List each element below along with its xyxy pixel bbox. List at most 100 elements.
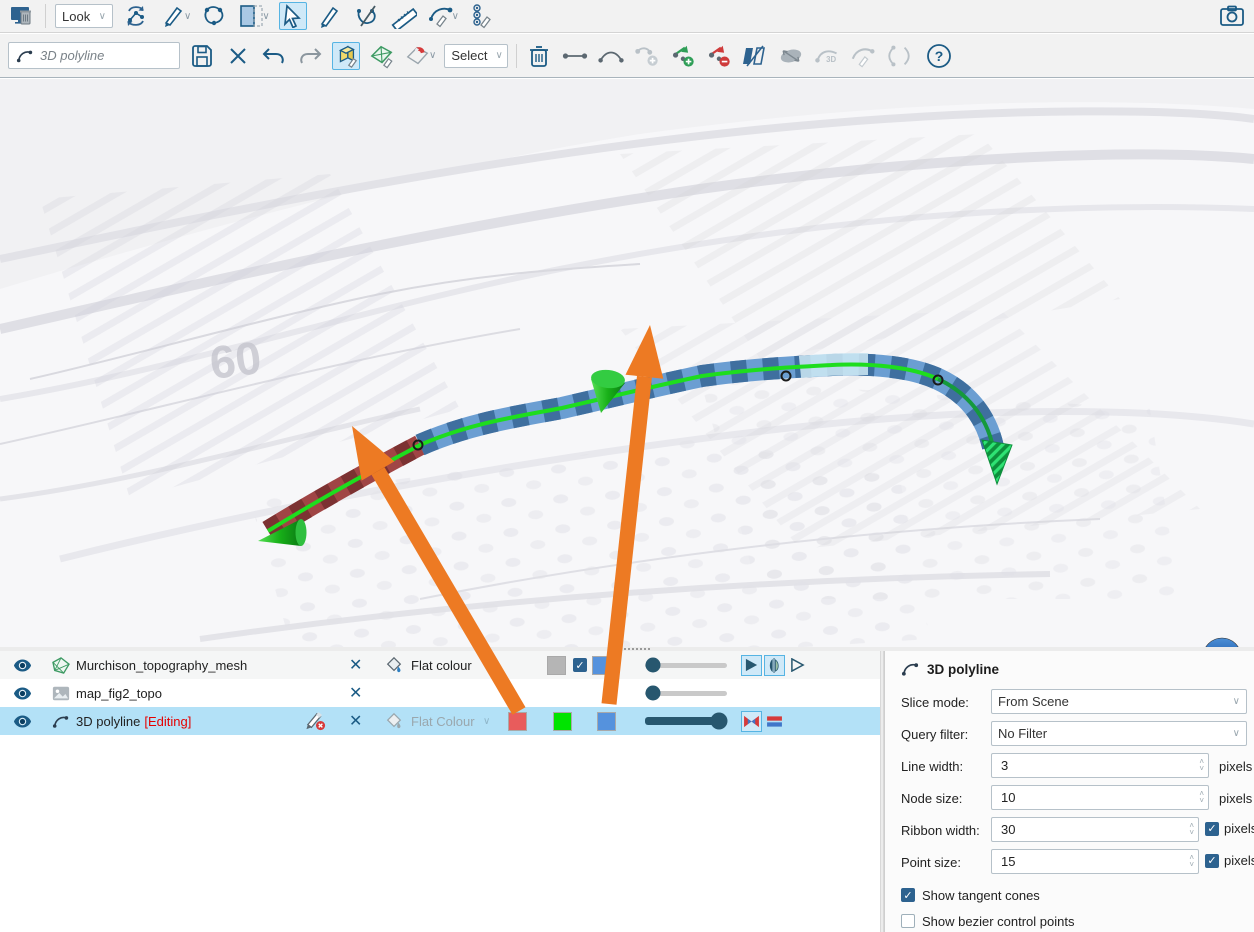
layer-row-topography-mesh[interactable]: Murchison_topography_mesh ✕ Flat colour …	[0, 651, 880, 679]
remove-layer-button[interactable]: ✕	[349, 707, 362, 735]
delete-selection-button[interactable]	[525, 42, 553, 70]
stop-editing-button[interactable]	[305, 707, 327, 735]
line-colour-swatch-red[interactable]	[508, 707, 527, 735]
look-dropdown[interactable]: Look ∨	[55, 4, 113, 28]
clear-scene-button[interactable]	[8, 2, 36, 30]
rotate-polyline-button[interactable]	[122, 2, 150, 30]
show-bezier-row[interactable]: ✓ Show bezier control points	[901, 913, 1242, 929]
slicer-box-button[interactable]	[237, 2, 265, 30]
point-pixels-checkbox[interactable]: ✓	[1205, 854, 1219, 868]
draw-lines-button[interactable]	[316, 2, 344, 30]
remove-layer-button[interactable]: ✕	[349, 651, 362, 679]
chevron-down-icon[interactable]: ∨	[429, 50, 436, 61]
ribbon-colour-swatch-blue[interactable]	[597, 707, 616, 735]
disc-button[interactable]	[777, 42, 805, 70]
opacity-slider[interactable]	[645, 679, 727, 707]
chevron-down-icon[interactable]: ∨	[452, 11, 459, 22]
line-width-row: Line width: 3 ˄˅ pixels	[899, 753, 1242, 785]
curved-segment-button[interactable]	[597, 42, 625, 70]
two-sided-checkbox[interactable]: ✓	[573, 651, 587, 679]
select-cursor-button[interactable]	[279, 2, 307, 30]
save-icon	[190, 44, 214, 68]
colour-mode-label[interactable]: Flat colour	[411, 651, 472, 679]
ribbon-stripes-style-button[interactable]	[764, 711, 785, 732]
redo-icon	[297, 44, 323, 68]
slicer-box-icon	[238, 3, 264, 29]
remove-layer-button[interactable]: ✕	[349, 679, 362, 707]
3d-curve-button[interactable]: 3D	[813, 42, 841, 70]
redo-button[interactable]	[296, 42, 324, 70]
draw-on-slicer-button[interactable]	[332, 42, 360, 70]
flip-plane-button[interactable]	[741, 42, 769, 70]
node-colour-swatch-green[interactable]	[553, 707, 572, 735]
show-tangent-cones-row[interactable]: ✓ Show tangent cones	[901, 887, 1242, 903]
select-mode-dropdown[interactable]: Select ∨	[444, 44, 508, 68]
slice-mode-dropdown[interactable]: From Scene ∨	[991, 689, 1247, 714]
polyline-name-field[interactable]: 3D polyline	[8, 42, 180, 69]
chevron-down-icon[interactable]: ∨	[262, 11, 269, 22]
ruler-button[interactable]	[390, 2, 418, 30]
arc-icon	[598, 48, 624, 64]
visibility-eye-icon[interactable]	[13, 651, 32, 679]
polyline-properties-panel: 3D polyline Slice mode: From Scene ∨ Que…	[884, 651, 1254, 932]
line-width-input[interactable]: 3 ˄˅	[991, 753, 1209, 778]
render-both-faces-button[interactable]	[764, 655, 785, 676]
ribbon-width-input[interactable]: 30 ˄˅	[991, 817, 1199, 842]
ribbon-pixels-checkbox[interactable]: ✓	[1205, 822, 1219, 836]
node-size-input[interactable]: 10 ˄˅	[991, 785, 1209, 810]
draw-on-mesh-button[interactable]	[368, 42, 396, 70]
flat-colour-icon	[385, 707, 403, 735]
draw-slicer-button[interactable]	[159, 2, 187, 30]
edit-points-button[interactable]	[468, 2, 496, 30]
polyline-loop-button[interactable]	[200, 2, 228, 30]
help-button[interactable]: ?	[925, 42, 953, 70]
chevron-down-icon: ∨	[1233, 728, 1240, 739]
bezier-button[interactable]	[885, 42, 913, 70]
undo-button[interactable]	[260, 42, 288, 70]
draw-on-slicer-icon	[333, 42, 359, 70]
snapping-button[interactable]	[404, 42, 432, 70]
screenshot-button[interactable]	[1218, 2, 1246, 30]
draw-on-mesh-icon	[369, 42, 395, 70]
point-size-input[interactable]: 15 ˄˅	[991, 849, 1199, 874]
query-filter-dropdown[interactable]: No Filter ∨	[991, 721, 1247, 746]
flat-colour-icon	[385, 651, 403, 679]
draw-curve-button[interactable]	[427, 2, 455, 30]
point-pixels-group: ✓ pixels	[1205, 853, 1254, 868]
camera-icon	[1219, 4, 1245, 28]
node-size-label: Node size:	[901, 791, 962, 806]
back-colour-swatch[interactable]	[547, 651, 566, 679]
save-button[interactable]	[188, 42, 216, 70]
add-node-button[interactable]	[669, 42, 697, 70]
spinner-buttons[interactable]: ˄˅	[1199, 790, 1204, 804]
chevron-down-icon[interactable]: ∨	[483, 707, 490, 735]
layer-row-3d-polyline[interactable]: 3D polyline [Editing] ✕ Flat Colour ∨	[0, 707, 880, 735]
draw-polyline-slash-button[interactable]	[353, 2, 381, 30]
show-bezier-checkbox[interactable]: ✓	[901, 914, 915, 928]
discard-button[interactable]	[224, 42, 252, 70]
ribbon-bowtie-style-button[interactable]	[741, 711, 762, 732]
chevron-down-icon[interactable]: ∨	[184, 11, 191, 22]
visibility-eye-icon[interactable]	[13, 707, 32, 735]
opacity-slider[interactable]	[645, 707, 727, 735]
render-back-faces-button[interactable]	[787, 655, 808, 676]
spinner-buttons[interactable]: ˄˅	[1189, 822, 1194, 836]
front-colour-swatch[interactable]	[592, 651, 611, 679]
render-front-faces-button[interactable]	[741, 655, 762, 676]
layer-row-map-image[interactable]: map_fig2_topo ✕	[0, 679, 880, 707]
colour-mode-label[interactable]: Flat Colour	[411, 707, 475, 735]
query-filter-label: Query filter:	[901, 727, 968, 742]
scene-viewport[interactable]: 60	[0, 79, 1254, 647]
opacity-slider[interactable]	[645, 651, 727, 679]
visibility-eye-icon[interactable]	[13, 679, 32, 707]
slice-mode-row: Slice mode: From Scene ∨	[899, 689, 1242, 721]
spinner-buttons[interactable]: ˄˅	[1199, 758, 1204, 772]
slice-mode-label: Slice mode:	[901, 695, 969, 710]
spinner-buttons[interactable]: ˄˅	[1189, 854, 1194, 868]
straight-segment-button[interactable]	[561, 42, 589, 70]
new-part-button[interactable]	[633, 42, 661, 70]
svg-text:?: ?	[935, 48, 944, 64]
remove-node-button[interactable]	[705, 42, 733, 70]
show-tangent-cones-checkbox[interactable]: ✓	[901, 888, 915, 902]
draw-tangent-button[interactable]	[849, 42, 877, 70]
